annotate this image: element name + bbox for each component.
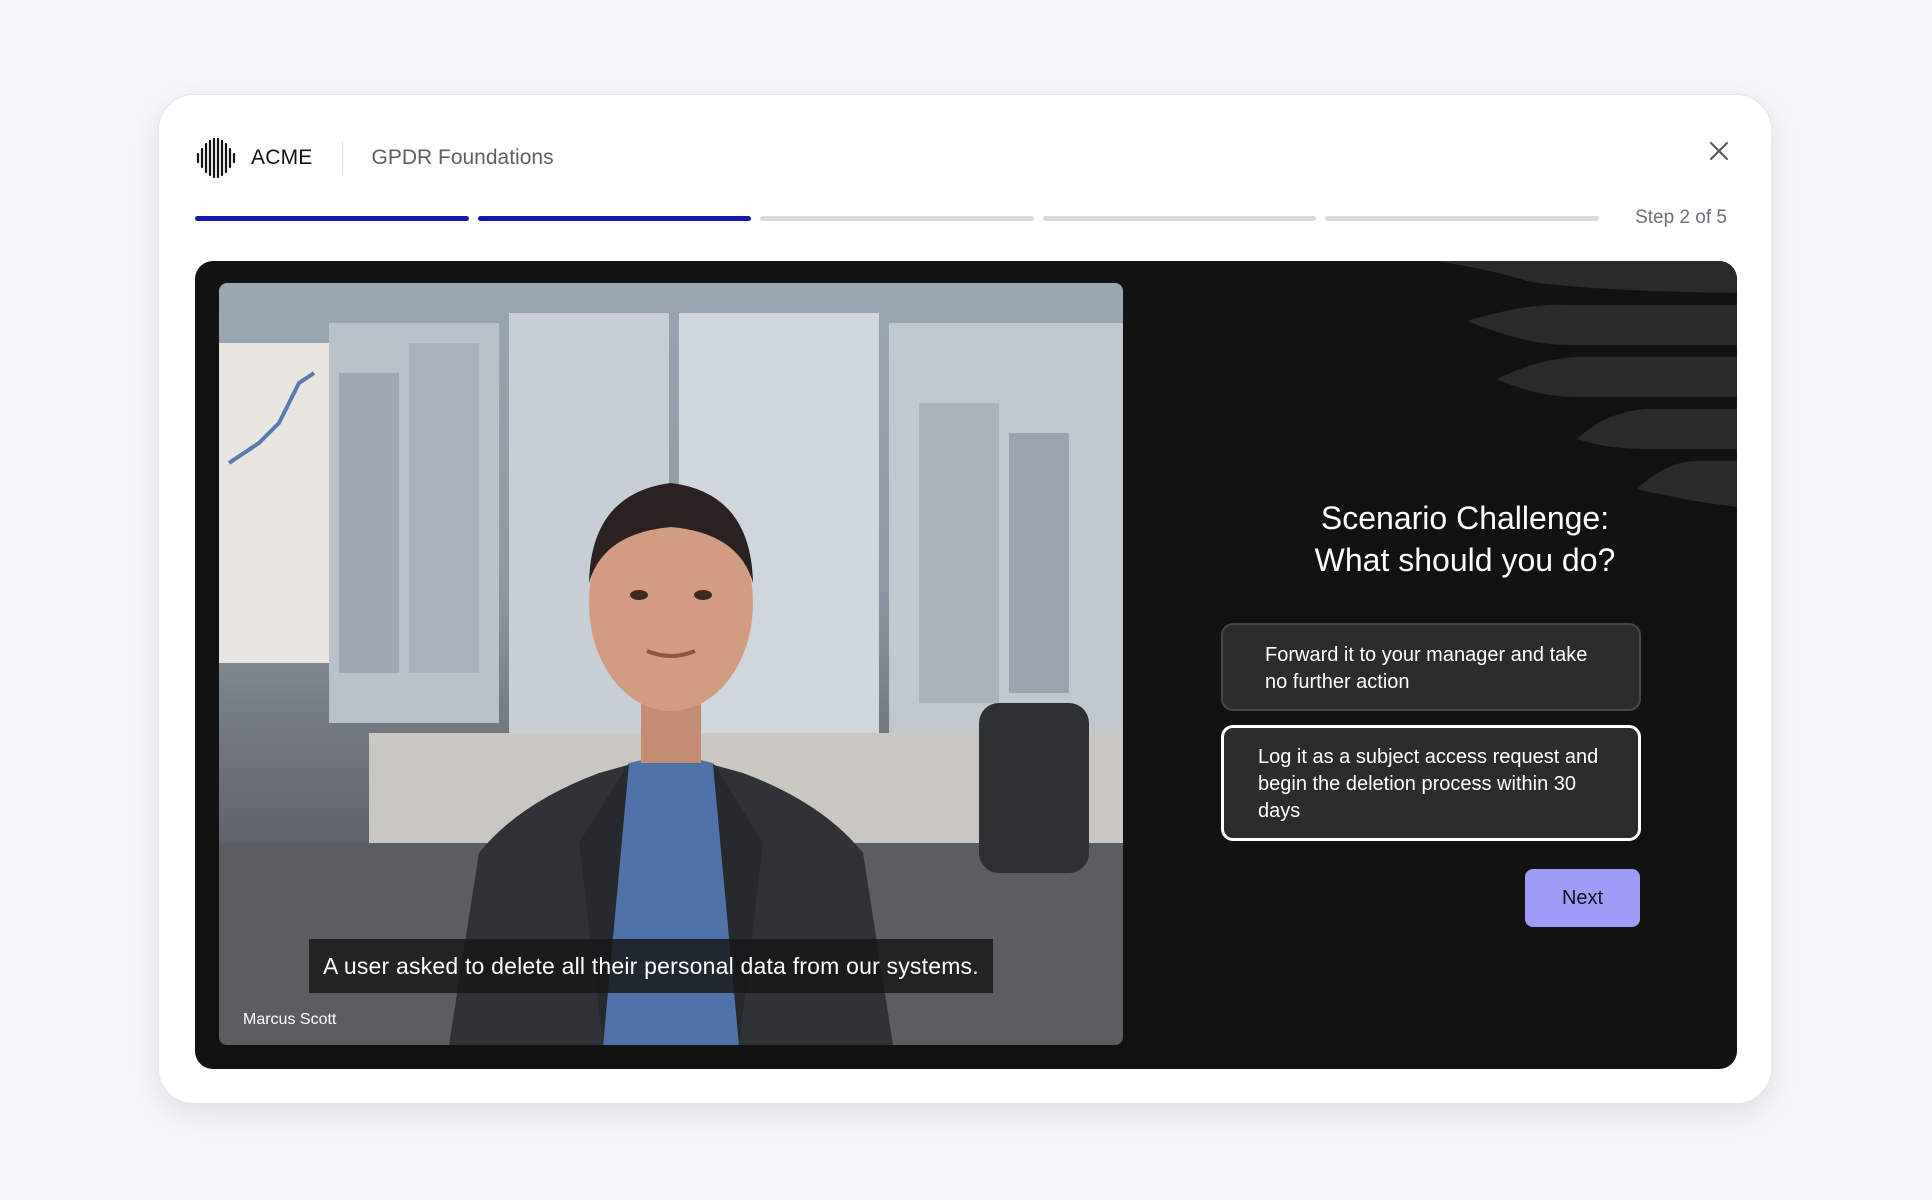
progress-segment (477, 216, 752, 221)
answer-option-forward[interactable]: Forward it to your manager and take no f… (1221, 623, 1641, 711)
step-indicator: Step 2 of 5 (1635, 207, 1727, 228)
scenario-question: Scenario Challenge: What should you do? (1255, 497, 1675, 581)
video-player[interactable]: A user asked to delete all their persona… (219, 283, 1123, 1045)
lesson-header: ACME GPDR Foundations (195, 133, 554, 183)
progress-segment (1042, 216, 1317, 221)
question-line-2: What should you do? (1314, 542, 1616, 578)
header-divider (342, 141, 344, 175)
close-icon (1710, 142, 1728, 160)
close-button[interactable] (1703, 135, 1735, 167)
answer-option-label: Forward it to your manager and take no f… (1265, 644, 1588, 693)
progress-bar (195, 216, 1599, 222)
scenario-stage: A user asked to delete all their persona… (195, 261, 1737, 1069)
video-caption: A user asked to delete all their persona… (309, 939, 993, 993)
speaker-name: Marcus Scott (243, 1011, 337, 1028)
progress-segment (1325, 216, 1599, 221)
progress-segment (195, 216, 469, 221)
lesson-modal: ACME GPDR Foundations Step 2 of 5 A user… (158, 94, 1772, 1104)
decorative-streaks (1437, 261, 1737, 507)
answer-option-label: Log it as a subject access request and b… (1258, 746, 1599, 822)
answer-option-log-request[interactable]: Log it as a subject access request and b… (1221, 725, 1641, 841)
waveform-logo-icon (196, 137, 236, 179)
course-title: GPDR Foundations (371, 146, 554, 169)
next-button[interactable]: Next (1525, 869, 1640, 927)
brand-name: ACME (251, 146, 313, 169)
progress-segment (760, 216, 1034, 221)
presenter-video-frame (219, 313, 1123, 1045)
question-line-1: Scenario Challenge: (1320, 500, 1610, 536)
